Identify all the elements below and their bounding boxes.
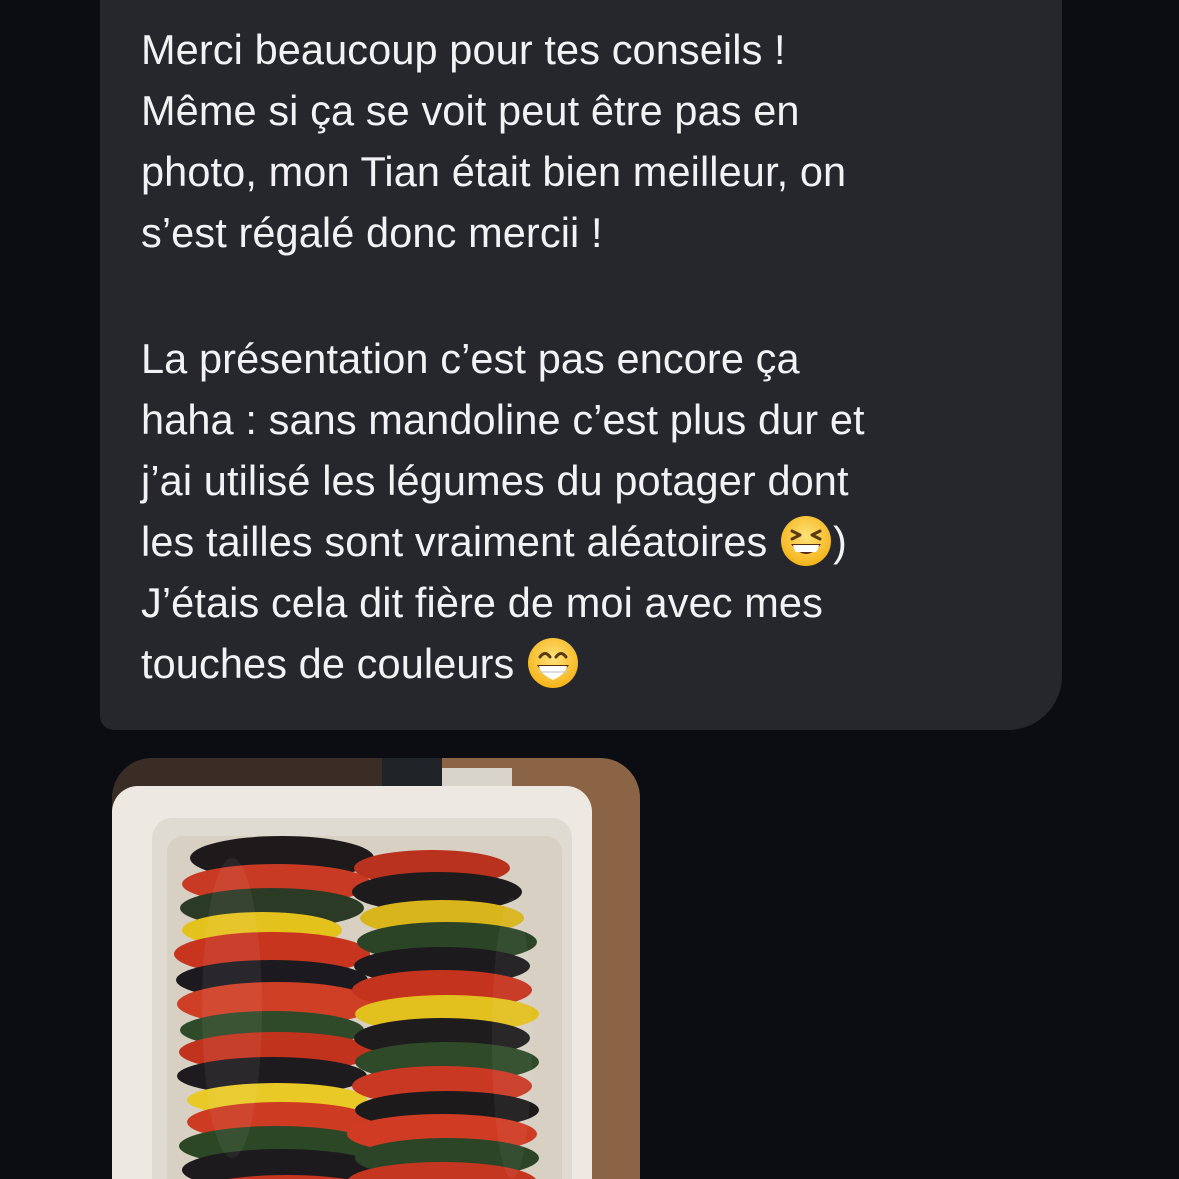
message-line: haha : sans mandoline c’est plus dur et <box>141 396 865 443</box>
message-line: s’est régalé donc mercii ! <box>141 209 603 256</box>
message-line: j’ai utilisé les légumes du potager dont <box>141 457 849 504</box>
grinning-squinting-face-icon <box>779 514 833 568</box>
message-text: ) <box>833 518 847 565</box>
attached-photo[interactable] <box>112 758 640 1179</box>
beaming-face-icon <box>526 636 580 690</box>
message-line: Même si ça se voit peut être pas en <box>141 87 800 134</box>
message-line: Merci beaucoup pour tes conseils ! <box>141 26 786 73</box>
message-text: touches de couleurs <box>141 640 515 687</box>
message-line-with-emoji: touches de couleurs <box>141 633 1032 694</box>
message-line-with-emoji: les tailles sont vraiment aléatoires ) <box>141 511 1032 572</box>
message-text: les tailles sont vraiment aléatoires <box>141 518 768 565</box>
tian-dish-photo <box>112 758 640 1179</box>
message-line: photo, mon Tian était bien meilleur, on <box>141 148 847 195</box>
chat-screen: Merci beaucoup pour tes conseils ! Même … <box>0 0 1179 1179</box>
message-line: J’étais cela dit fière de moi avec mes <box>141 579 823 626</box>
message-line: La présentation c’est pas encore ça <box>141 335 800 382</box>
received-message-bubble[interactable]: Merci beaucoup pour tes conseils ! Même … <box>100 0 1062 730</box>
